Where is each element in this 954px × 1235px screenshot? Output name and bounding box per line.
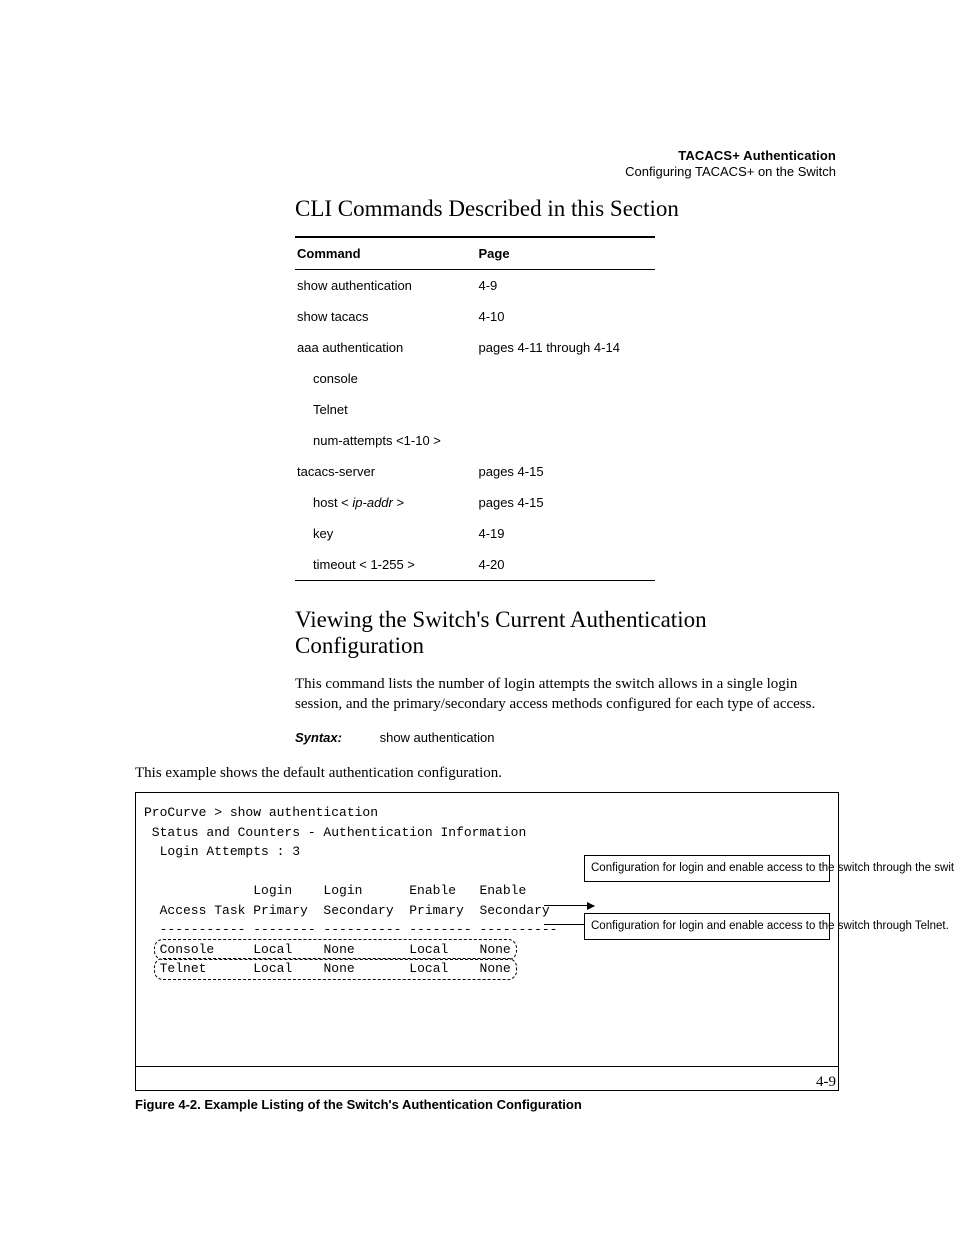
page-cell: pages 4-15 [477, 487, 656, 518]
heading-cli-commands: CLI Commands Described in this Section [295, 196, 839, 222]
term-line: Login Login Enable Enable [144, 883, 526, 898]
page-cell: 4-10 [477, 301, 656, 332]
page-number: 4-9 [816, 1074, 836, 1091]
body-paragraph: This command lists the number of login a… [295, 674, 839, 715]
content-column: CLI Commands Described in this Section C… [295, 140, 839, 745]
figure-wrap: ProCurve > show authentication Status an… [135, 792, 839, 1112]
page: TACACS+ Authentication Configuring TACAC… [0, 0, 954, 1235]
footer-rule [135, 1066, 839, 1067]
syntax-value: show authentication [380, 730, 495, 745]
callout-console: Configuration for login and enable acces… [584, 855, 830, 881]
page-cell [477, 363, 656, 394]
term-cell: None [323, 942, 354, 957]
th-command: Command [295, 237, 477, 270]
table-row: timeout < 1-255 >4-20 [295, 549, 655, 581]
term-cell: None [480, 961, 511, 976]
terminal-output: ProCurve > show authentication Status an… [135, 792, 839, 1091]
table-row: aaa authenticationpages 4-11 through 4-1… [295, 332, 655, 363]
cmd-text-italic: ip-addr [352, 495, 392, 510]
table-row: console [295, 363, 655, 394]
cmd-cell: show authentication [295, 270, 477, 302]
term-line: ----------- -------- ---------- --------… [144, 922, 557, 937]
page-cell: 4-20 [477, 549, 656, 581]
example-lead: This example shows the default authentic… [135, 765, 839, 782]
page-cell: 4-19 [477, 518, 656, 549]
syntax-row: Syntax: show authentication [295, 730, 839, 745]
cli-commands-table: Command Page show authentication4-9 show… [295, 236, 655, 581]
term-line: Access Task Primary Secondary Primary Se… [144, 903, 550, 918]
cmd-cell: host < ip-addr > [295, 487, 477, 518]
cmd-cell: Telnet [295, 394, 477, 425]
table-row: host < ip-addr > pages 4-15 [295, 487, 655, 518]
term-cell: None [323, 961, 354, 976]
cmd-cell: num-attempts <1-10 > [295, 425, 477, 456]
callout-telnet: Configuration for login and enable acces… [584, 913, 830, 939]
term-row-console: Console Local None Local None [160, 940, 511, 960]
cmd-cell: show tacacs [295, 301, 477, 332]
term-cell: None [480, 942, 511, 957]
cmd-cell: aaa authentication [295, 332, 477, 363]
th-page: Page [477, 237, 656, 270]
term-cell: Console [160, 942, 215, 957]
cmd-text: host < [313, 495, 352, 510]
table-row: key4-19 [295, 518, 655, 549]
cmd-text: > [393, 495, 404, 510]
syntax-label: Syntax: [295, 730, 342, 745]
table-row: tacacs-serverpages 4-15 [295, 456, 655, 487]
term-cell: Local [253, 942, 292, 957]
running-head: TACACS+ Authentication Configuring TACAC… [625, 148, 836, 181]
term-row-telnet: Telnet Local None Local None [160, 959, 511, 979]
running-head-title: TACACS+ Authentication [625, 148, 836, 164]
running-head-sub: Configuring TACACS+ on the Switch [625, 164, 836, 180]
term-cell: Local [409, 942, 448, 957]
table-head-row: Command Page [295, 237, 655, 270]
page-cell: pages 4-15 [477, 456, 656, 487]
cmd-cell: key [295, 518, 477, 549]
cmd-cell: timeout < 1-255 > [295, 549, 477, 581]
page-cell: 4-9 [477, 270, 656, 302]
term-cell: Local [409, 961, 448, 976]
term-line: Status and Counters - Authentication Inf… [144, 825, 526, 840]
page-cell [477, 425, 656, 456]
cmd-cell: tacacs-server [295, 456, 477, 487]
page-cell [477, 394, 656, 425]
arrow-icon [544, 905, 594, 906]
table-row: num-attempts <1-10 > [295, 425, 655, 456]
term-line: Login Attempts : 3 [144, 844, 300, 859]
term-line: ProCurve > show authentication [144, 805, 378, 820]
table-row: show authentication4-9 [295, 270, 655, 302]
page-cell: pages 4-11 through 4-14 [477, 332, 656, 363]
term-cell: Local [253, 961, 292, 976]
table-row: Telnet [295, 394, 655, 425]
term-cell: Telnet [160, 961, 207, 976]
figure-caption: Figure 4-2. Example Listing of the Switc… [135, 1097, 839, 1112]
heading-viewing-auth: Viewing the Switch's Current Authenticat… [295, 607, 839, 660]
cmd-cell: console [295, 363, 477, 394]
table-row: show tacacs4-10 [295, 301, 655, 332]
